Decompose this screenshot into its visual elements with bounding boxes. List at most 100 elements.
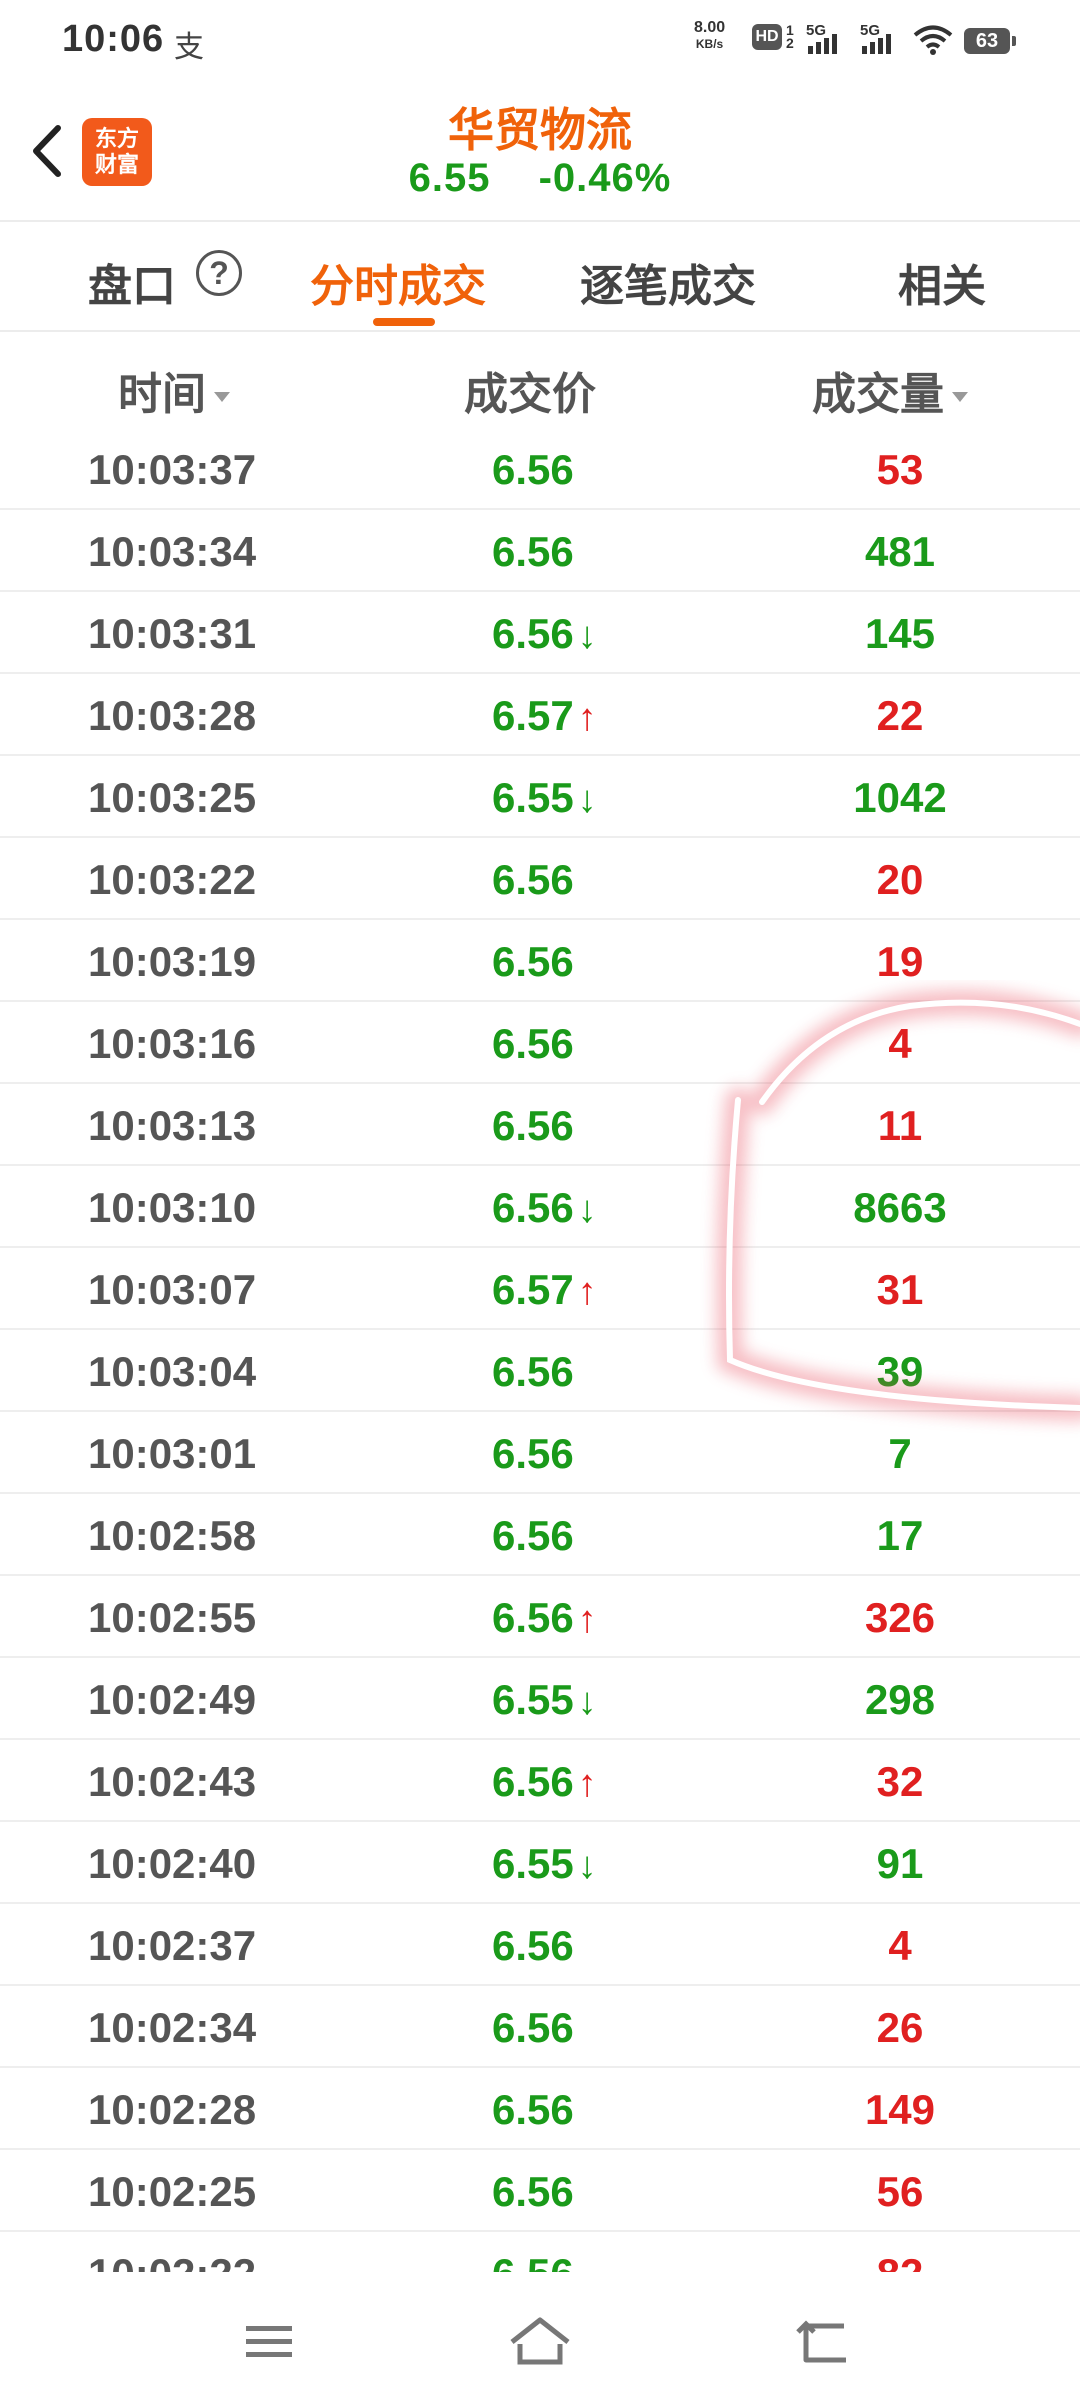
trade-volume: 31: [876, 1266, 924, 1313]
down-arrow-icon: ↓: [577, 1189, 597, 1231]
sim-slot-indicator: 12: [786, 22, 794, 51]
trade-price: 6.56: [492, 938, 574, 986]
trade-volume: 326: [864, 1594, 936, 1641]
column-header-volume[interactable]: 成交量: [812, 358, 968, 422]
trade-volume: 56: [876, 2168, 924, 2215]
trade-row: 10:03:19 6.56 19: [0, 922, 1080, 1002]
trade-price: 6.56: [492, 1348, 574, 1396]
back-nav-icon[interactable]: [784, 2302, 864, 2382]
trade-time: 10:03:37: [88, 446, 257, 493]
trade-row: 10:03:16 6.56 4: [0, 1004, 1080, 1084]
wifi-icon: [913, 25, 953, 55]
trade-price: 6.56: [492, 856, 574, 904]
column-price-label: 成交价: [464, 370, 596, 419]
trade-price-value: 6.56: [492, 1594, 574, 1641]
tab-related[interactable]: 相关: [898, 250, 986, 314]
trade-volume: 19: [876, 938, 924, 985]
trade-price-value: 6.56: [492, 1512, 574, 1559]
trade-row: 10:03:13 6.56 11: [0, 1086, 1080, 1166]
help-icon[interactable]: ?: [196, 250, 242, 296]
trade-price-value: 6.56: [492, 610, 574, 657]
trade-volume: 32: [876, 1758, 924, 1805]
trade-time: 10:03:07: [88, 1266, 257, 1313]
tab-order-book[interactable]: 盘口: [88, 250, 176, 314]
trade-price: 6.55 ↓: [492, 1676, 597, 1724]
tab-tick-trades[interactable]: 逐笔成交: [580, 250, 756, 314]
trade-row: 10:03:34 6.56 481: [0, 512, 1080, 592]
trade-price: 6.56: [492, 2004, 574, 2052]
trade-volume: 481: [864, 528, 936, 575]
stock-quote: 6.55 -0.46%: [0, 156, 1080, 201]
signal-icon-sim1: 5G: [806, 22, 852, 56]
trade-time: 10:03:04: [88, 1348, 257, 1395]
trade-price-value: 6.56: [492, 446, 574, 493]
down-arrow-icon: ↓: [577, 779, 597, 821]
active-tab-indicator: [373, 318, 435, 326]
trade-row: 10:02:25 6.56 56: [0, 2152, 1080, 2232]
tab-bar: 盘口 ? 分时成交 逐笔成交 相关: [0, 222, 1080, 332]
trade-time: 10:03:19: [88, 938, 257, 985]
home-icon[interactable]: [500, 2302, 580, 2382]
network-speed: 8.00 KB/s: [694, 20, 725, 52]
trade-time: 10:02:49: [88, 1676, 257, 1723]
trade-price-value: 6.56: [492, 856, 574, 903]
trade-time: 10:03:16: [88, 1020, 257, 1067]
network-speed-unit: KB/s: [695, 37, 724, 51]
trade-price-value: 6.56: [492, 2168, 574, 2215]
system-nav-bar: [0, 2272, 1080, 2408]
stock-price: 6.55: [408, 156, 491, 200]
sort-caret-icon: [952, 392, 968, 403]
trade-row: 10:02:37 6.56 4: [0, 1906, 1080, 1986]
up-arrow-icon: ↑: [577, 697, 597, 739]
column-volume-label: 成交量: [812, 370, 944, 419]
trade-price: 6.56: [492, 2086, 574, 2134]
trade-price: 6.55 ↓: [492, 1840, 597, 1888]
trade-time: 10:03:25: [88, 774, 257, 821]
trade-time: 10:03:34: [88, 528, 257, 575]
trade-row: 10:03:28 6.57 ↑ 22: [0, 676, 1080, 756]
trade-price-value: 6.56: [492, 1184, 574, 1231]
trade-volume: 1042: [853, 774, 947, 821]
stock-change-pct: -0.46%: [538, 156, 672, 200]
trade-volume: 149: [864, 2086, 936, 2133]
trade-price-value: 6.57: [492, 1266, 574, 1313]
trade-table-header: 时间 成交价 成交量: [0, 332, 1080, 436]
trade-time: 10:03:22: [88, 856, 257, 903]
trade-price: 6.57 ↑: [492, 1266, 597, 1314]
trade-time: 10:02:34: [88, 2004, 257, 2051]
trade-volume: 20: [876, 856, 924, 903]
signal-icon-sim2: 5G: [860, 22, 906, 56]
trade-row: 10:02:34 6.56 26: [0, 1988, 1080, 2068]
trade-time: 10:03:28: [88, 692, 257, 739]
trade-price-value: 6.57: [492, 692, 574, 739]
menu-icon[interactable]: [230, 2302, 310, 2382]
status-bar: 10:06 支 8.00 KB/s HD 12 5G 5G 63: [0, 0, 1080, 80]
tab-time-trades[interactable]: 分时成交: [310, 250, 486, 314]
trade-time: 10:02:58: [88, 1512, 257, 1559]
trade-price: 6.56: [492, 1512, 574, 1560]
trade-price: 6.56: [492, 1922, 574, 1970]
trade-volume: 53: [876, 446, 924, 493]
trade-price: 6.56 ↓: [492, 1184, 597, 1232]
trade-price-value: 6.56: [492, 1020, 574, 1067]
trade-row: 10:02:22 6.56 82: [0, 2234, 1080, 2272]
trade-price: 6.56 ↓: [492, 610, 597, 658]
trade-price-value: 6.56: [492, 1348, 574, 1395]
trade-price: 6.56: [492, 1102, 574, 1150]
trade-time: 10:03:10: [88, 1184, 257, 1231]
trade-price-value: 6.56: [492, 1922, 574, 1969]
trade-row: 10:02:55 6.56 ↑ 326: [0, 1578, 1080, 1658]
trade-price-value: 6.55: [492, 1840, 574, 1887]
trade-price-value: 6.55: [492, 1676, 574, 1723]
trade-price: 6.55 ↓: [492, 774, 597, 822]
column-header-time[interactable]: 时间: [118, 358, 230, 422]
up-arrow-icon: ↑: [577, 1599, 597, 1641]
trade-volume: 298: [864, 1676, 936, 1723]
trade-price-value: 6.56: [492, 1758, 574, 1805]
trade-row: 10:03:22 6.56 20: [0, 840, 1080, 920]
trade-volume: 91: [876, 1840, 924, 1887]
trade-row: 10:03:04 6.56 39: [0, 1332, 1080, 1412]
stock-name: 华贸物流: [448, 104, 632, 156]
trade-row: 10:02:49 6.55 ↓ 298: [0, 1660, 1080, 1740]
trade-list[interactable]: 10:03:406.563110:03:376.565310:03:346.56…: [0, 392, 1080, 2272]
